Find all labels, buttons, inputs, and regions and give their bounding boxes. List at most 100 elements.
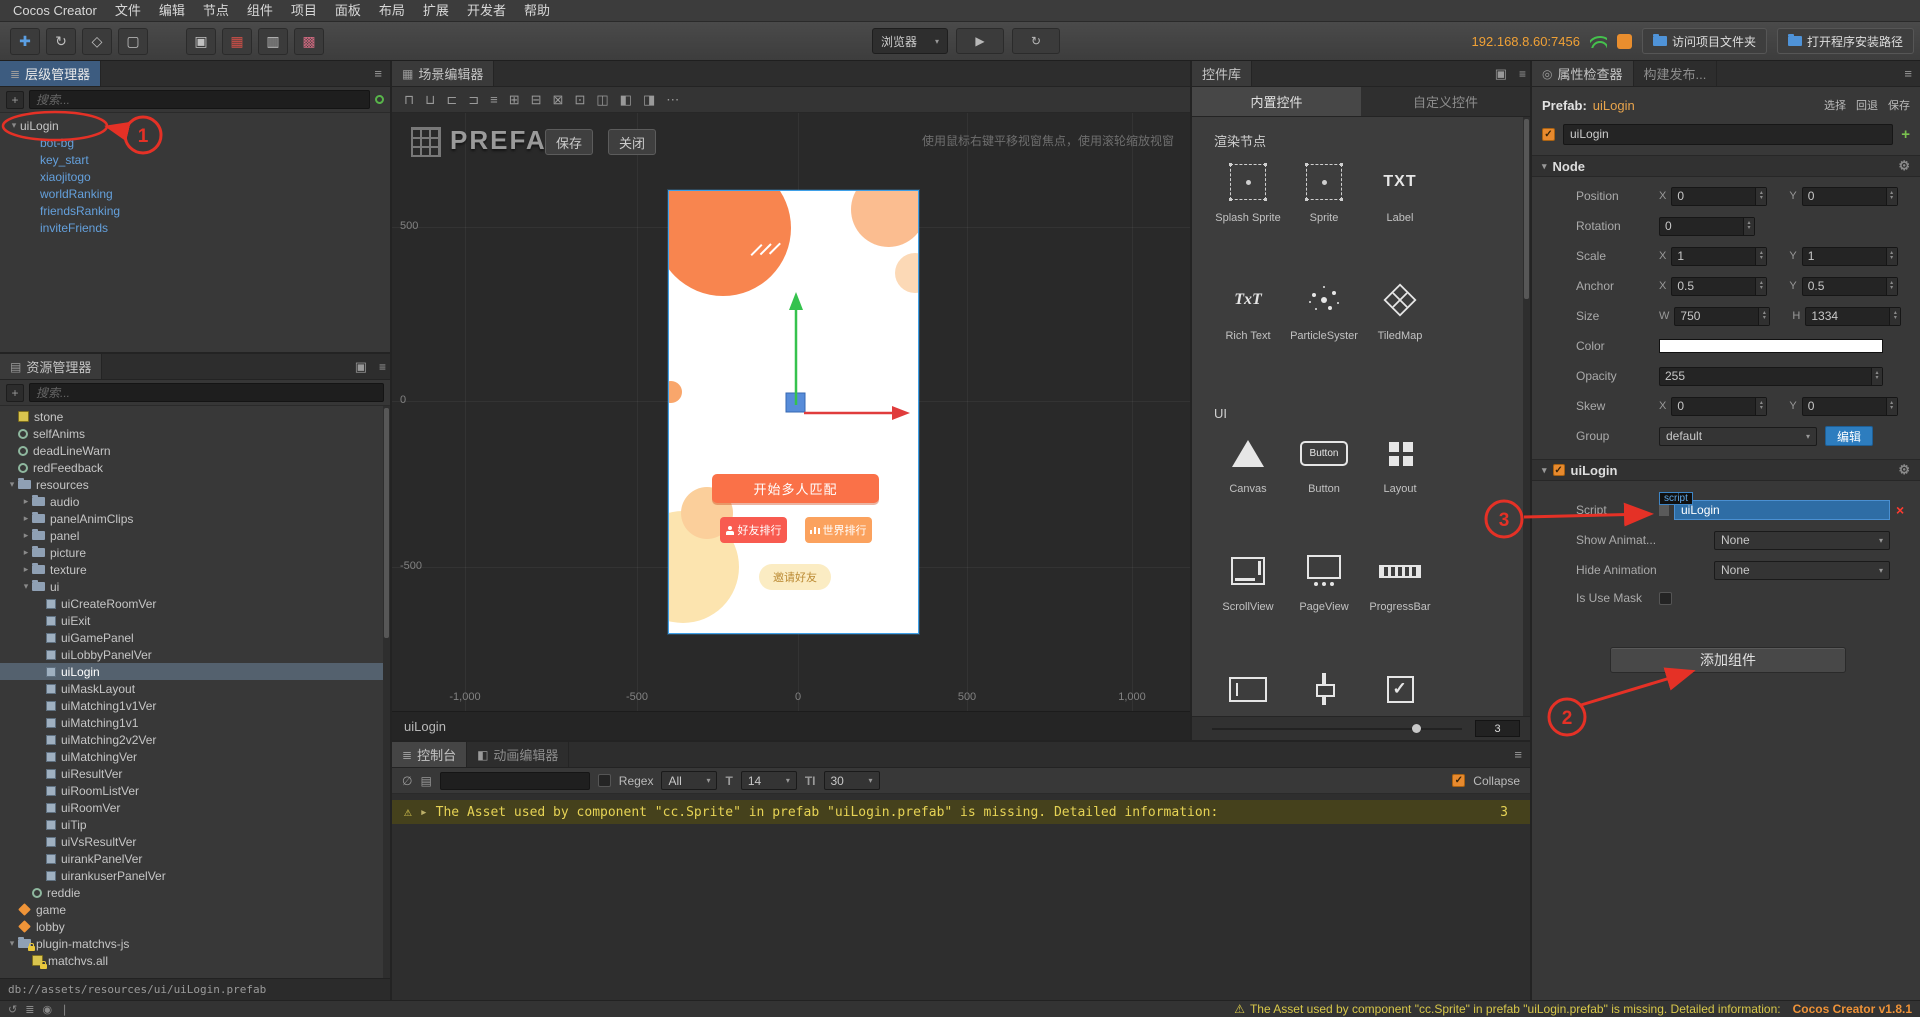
prop-value-input[interactable]: 1 ▴ ▾	[1801, 246, 1898, 266]
widget-canvas[interactable]: Canvas	[1210, 427, 1286, 495]
subtab-内置控件[interactable]: 内置控件	[1192, 87, 1361, 116]
stepper[interactable]: ▴ ▾	[1885, 277, 1897, 295]
align-tool-icon[interactable]: ⊠	[553, 92, 564, 108]
gear-icon[interactable]: ⚙	[1898, 462, 1910, 478]
align-tool-icon[interactable]: ⊓	[404, 92, 414, 108]
node-active-checkbox[interactable]: ✓	[1542, 127, 1555, 141]
widget-button[interactable]: Button Button	[1286, 427, 1362, 495]
asset-item[interactable]: uirankuserPanelVer	[0, 867, 390, 884]
expand-arrow-icon[interactable]: ▸	[20, 496, 32, 507]
component-enabled-checkbox[interactable]: ✓	[1552, 464, 1565, 476]
open-project-folder-button[interactable]: 访问项目文件夹	[1641, 28, 1767, 54]
widget-slider[interactable]	[1286, 663, 1362, 715]
asset-item[interactable]: lobby	[0, 918, 390, 935]
status-warning[interactable]: ⚠ The Asset used by component "cc.Sprite…	[1234, 1002, 1780, 1016]
prop-value-input[interactable]: 0 ▴ ▾	[1671, 186, 1768, 206]
statusbar-icon[interactable]: ≣	[25, 1004, 34, 1016]
menu-item[interactable]: 扩展	[414, 0, 458, 22]
asset-item[interactable]: uiMatching1v1	[0, 714, 390, 731]
stepper[interactable]: ▴ ▾	[1758, 307, 1770, 325]
asset-item[interactable]: uiCreateRoomVer	[0, 595, 390, 612]
hierarchy-node[interactable]: key_start	[0, 151, 390, 168]
align-tool-icon[interactable]: ⊟	[531, 92, 542, 108]
preview-target-dropdown[interactable]: 浏览器 ▾	[872, 28, 948, 54]
add-icon[interactable]: +	[1901, 126, 1910, 143]
edit-group-button[interactable]: 编辑	[1825, 426, 1873, 446]
statusbar-icon[interactable]: ↺	[8, 1004, 17, 1016]
menu-item[interactable]: 项目	[282, 0, 326, 22]
hierarchy-node[interactable]: xiaojitogo	[0, 168, 390, 185]
align-tool-icon[interactable]: ⊏	[446, 92, 457, 108]
expand-arrow-icon[interactable]: ▸	[20, 564, 32, 575]
expand-arrow-icon[interactable]: ▾	[8, 120, 20, 131]
asset-item[interactable]: uiMaskLayout	[0, 680, 390, 697]
menu-item[interactable]: 组件	[238, 0, 282, 22]
asset-item[interactable]: uiLogin	[0, 663, 390, 680]
tab-widget-library[interactable]: 控件库	[1192, 61, 1253, 86]
asset-item[interactable]: ▸ panelAnimClips	[0, 510, 390, 527]
node-name-input[interactable]	[1563, 123, 1894, 145]
tab-inspector[interactable]: ◎ 属性检查器	[1532, 61, 1634, 86]
invite-friends-button[interactable]: 邀请好友	[759, 564, 831, 590]
pivot-toggle-button[interactable]: ▣	[186, 28, 216, 55]
prefab-action-选择[interactable]: 选择	[1824, 97, 1846, 113]
zoom-value-input[interactable]: 3	[1475, 720, 1520, 737]
missing-asset-icon[interactable]: ×	[1896, 502, 1904, 518]
start-match-button[interactable]: 开始多人匹配	[712, 474, 879, 503]
asset-item[interactable]: ▾ plugin-matchvs-js	[0, 935, 390, 952]
prop-value-input[interactable]: 0.5 ▴ ▾	[1801, 276, 1898, 296]
group-dropdown[interactable]: default ▾	[1659, 426, 1817, 446]
widget-particlesyster[interactable]: ParticleSyster	[1286, 274, 1362, 342]
panel-menu-icon[interactable]: ≡	[1896, 66, 1920, 81]
prop-value-input[interactable]: 0 ▴ ▾	[1671, 396, 1768, 416]
design-canvas[interactable]: 开始多人匹配 好友排行 世界排行 邀请好友	[668, 190, 919, 634]
local-view-button[interactable]: ▦	[222, 28, 252, 55]
asset-item[interactable]: uiTip	[0, 816, 390, 833]
menu-item[interactable]: 编辑	[150, 0, 194, 22]
stepper[interactable]: ▴ ▾	[1755, 247, 1767, 265]
asset-item[interactable]: selfAnims	[0, 425, 390, 442]
scale-tool-button[interactable]: ◇	[82, 28, 112, 55]
log-warning-row[interactable]: ⚠ ▸ The Asset used by component "cc.Spri…	[392, 800, 1530, 824]
asset-item[interactable]: uiVsResultVer	[0, 833, 390, 850]
hierarchy-node[interactable]: inviteFriends	[0, 219, 390, 236]
scene-viewport[interactable]: 500 0 -500 -1,000 -500 0 500 1,000 PREFAB 保存 关闭…	[392, 113, 1190, 711]
asset-item[interactable]: uiExit	[0, 612, 390, 629]
is-use-mask-checkbox[interactable]	[1659, 591, 1672, 605]
font-size-dropdown[interactable]: 14 ▾	[740, 771, 797, 790]
asset-item[interactable]: ▾ ui	[0, 578, 390, 595]
widget-tiledmap[interactable]: TiledMap	[1362, 274, 1438, 342]
statusbar-icon[interactable]: ◉	[42, 1004, 52, 1016]
align-tool-icon[interactable]: ◫	[596, 92, 608, 108]
asset-item[interactable]: uiRoomListVer	[0, 782, 390, 799]
stepper[interactable]: ▴ ▾	[1885, 187, 1897, 205]
expand-arrow-icon[interactable]: ▸	[20, 530, 32, 541]
menu-item[interactable]: 面板	[326, 0, 370, 22]
asset-item[interactable]: uiMatching1v1Ver	[0, 697, 390, 714]
asset-item[interactable]: uirankPanelVer	[0, 850, 390, 867]
prop-value-input[interactable]: 1334 ▴ ▾	[1805, 306, 1902, 326]
expand-arrow-icon[interactable]: ▾	[6, 479, 18, 490]
tab-scene-editor[interactable]: ▦ 场景编辑器	[392, 61, 495, 86]
asset-item[interactable]: stone	[0, 408, 390, 425]
comp-prop-dropdown[interactable]: None ▾	[1714, 560, 1890, 580]
log-level-dropdown[interactable]: All ▾	[661, 771, 718, 790]
subtab-自定义控件[interactable]: 自定义控件	[1361, 87, 1530, 116]
asset-item[interactable]: reddie	[0, 884, 390, 901]
zoom-slider-knob[interactable]	[1412, 723, 1421, 733]
asset-item[interactable]: deadLineWarn	[0, 442, 390, 459]
stepper[interactable]: ▴ ▾	[1885, 247, 1897, 265]
hierarchy-search-input[interactable]	[29, 90, 370, 109]
prefab-action-保存[interactable]: 保存	[1888, 97, 1910, 113]
widget-progressbar[interactable]: ProgressBar	[1362, 545, 1438, 613]
widget-layout[interactable]: Layout	[1362, 427, 1438, 495]
prop-value-input[interactable]: 0 ▴ ▾	[1801, 396, 1898, 416]
asset-item[interactable]: game	[0, 901, 390, 918]
panel-menu-icon[interactable]: ≡	[1506, 747, 1530, 762]
widget-pageview[interactable]: PageView	[1286, 545, 1362, 613]
asset-item[interactable]: matchvs.all	[0, 952, 390, 969]
assets-search-input[interactable]	[29, 383, 384, 402]
stepper[interactable]: ▴ ▾	[1755, 277, 1767, 295]
panel-menu-icon[interactable]: ≡	[1515, 67, 1530, 81]
line-height-dropdown[interactable]: 30 ▾	[823, 771, 880, 790]
